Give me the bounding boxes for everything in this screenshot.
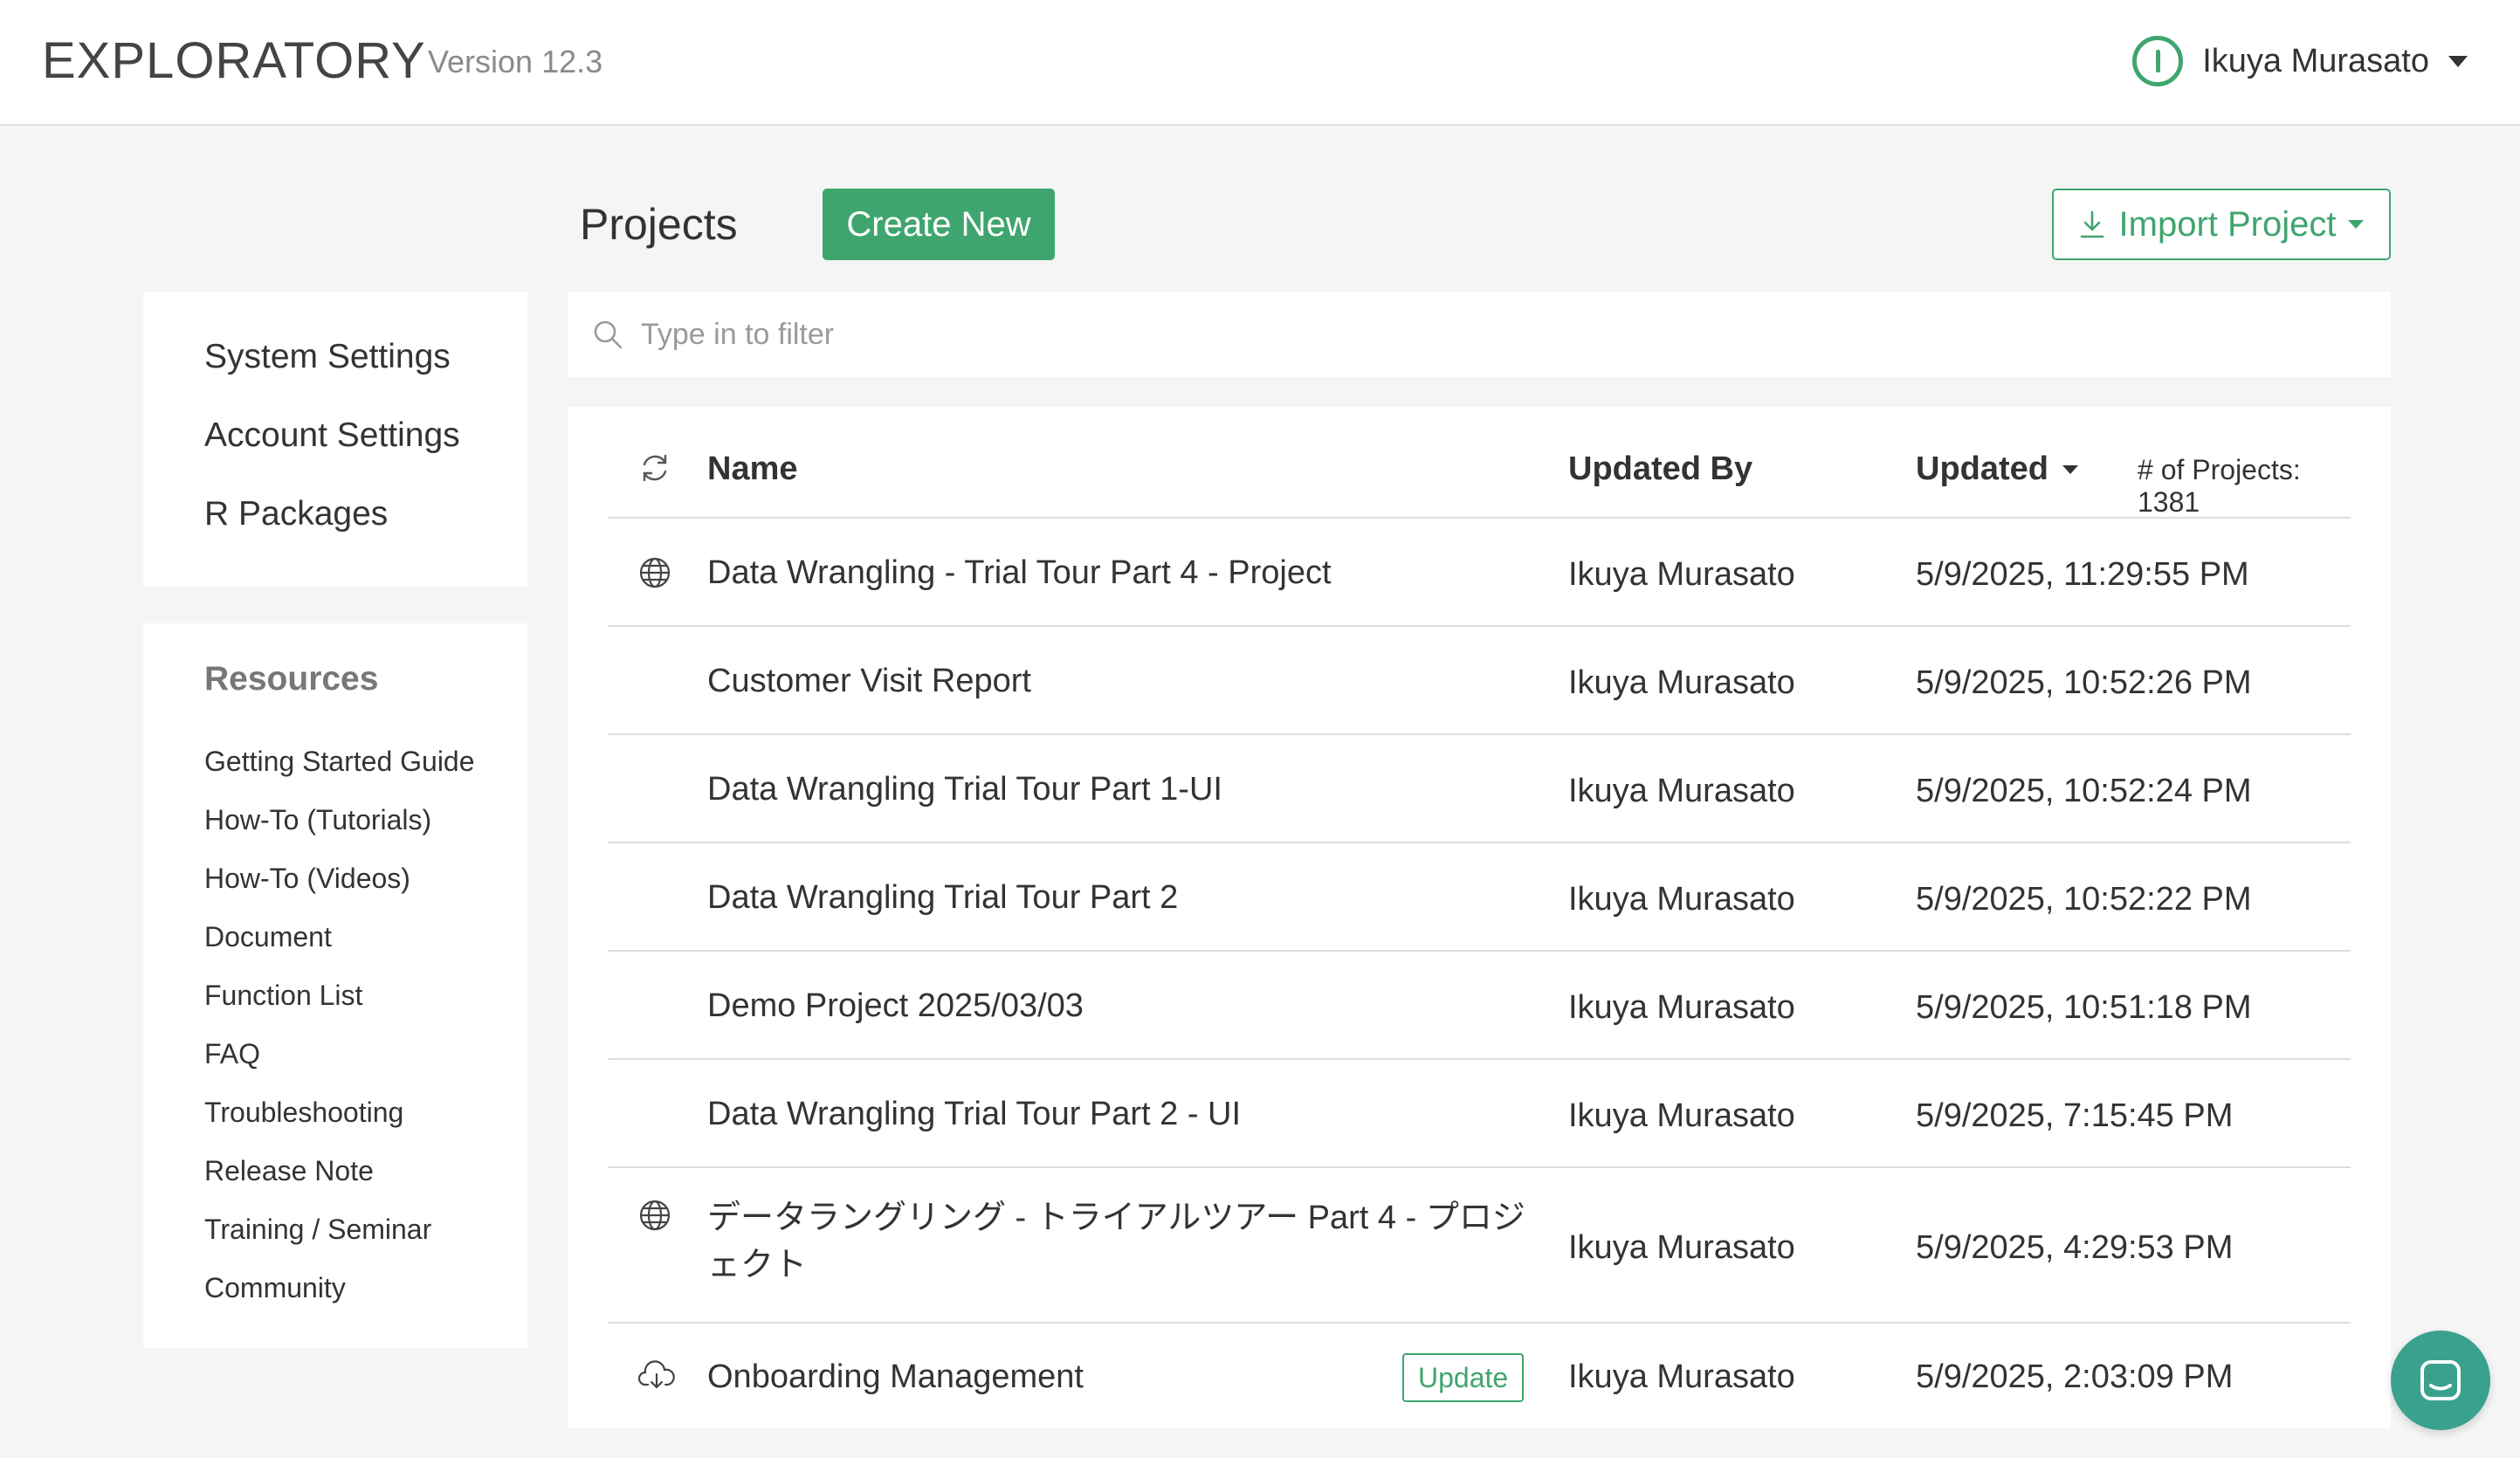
globe-icon xyxy=(639,1200,671,1231)
updated-by: Ikuya Murasato xyxy=(1568,1229,1795,1266)
table-header: Name Updated By Updated # of Projects: 1… xyxy=(608,407,2351,519)
resource-link-videos[interactable]: How-To (Videos) xyxy=(204,861,475,919)
app-logo: EXPLORATORY xyxy=(42,32,426,89)
updated-time: 5/9/2025, 7:15:45 PM xyxy=(1916,1097,2234,1134)
globe-icon xyxy=(639,557,671,588)
resources-nav: Resources Getting Started Guide How-To (… xyxy=(143,623,527,1348)
table-row[interactable]: Demo Project 2025/03/03 Ikuya Murasato 5… xyxy=(608,952,2351,1060)
updated-by: Ikuya Murasato xyxy=(1568,664,1795,701)
column-header-updated-label: Updated xyxy=(1916,450,2048,487)
project-name[interactable]: Data Wrangling Trial Tour Part 1-UI xyxy=(707,766,1222,813)
updated-time: 5/9/2025, 2:03:09 PM xyxy=(1916,1358,2234,1395)
table-row[interactable]: Data Wrangling - Trial Tour Part 4 - Pro… xyxy=(608,519,2351,627)
sort-desc-icon xyxy=(2062,464,2078,474)
updated-by: Ikuya Murasato xyxy=(1568,881,1795,918)
user-menu[interactable]: Ikuya Murasato xyxy=(2132,33,2468,89)
resource-link-community[interactable]: Community xyxy=(204,1270,475,1329)
version-label: Version 12.3 xyxy=(428,44,603,79)
resource-link-tutorials[interactable]: How-To (Tutorials) xyxy=(204,802,475,861)
import-project-label: Import Project xyxy=(2118,204,2337,244)
user-name: Ikuya Murasato xyxy=(2202,42,2429,79)
resource-link-faq[interactable]: FAQ xyxy=(204,1036,475,1095)
table-row[interactable]: データラングリング - トライアルツアー Part 4 - プロジェクト Iku… xyxy=(608,1168,2351,1324)
updated-time: 5/9/2025, 10:52:24 PM xyxy=(1916,773,2252,809)
download-icon xyxy=(2080,210,2103,238)
column-header-name[interactable]: Name xyxy=(707,450,798,488)
create-new-button[interactable]: Create New xyxy=(823,189,1055,260)
updated-by: Ikuya Murasato xyxy=(1568,556,1795,593)
updated-time: 5/9/2025, 11:29:55 PM xyxy=(1916,556,2249,593)
refresh-icon[interactable] xyxy=(637,450,672,485)
project-name[interactable]: Data Wrangling - Trial Tour Part 4 - Pro… xyxy=(707,549,1332,596)
chevron-down-icon xyxy=(2348,220,2365,229)
updated-by: Ikuya Murasato xyxy=(1568,1358,1795,1395)
project-name[interactable]: Data Wrangling Trial Tour Part 2 xyxy=(707,874,1178,921)
settings-nav: System Settings Account Settings R Packa… xyxy=(143,292,527,587)
updated-time: 5/9/2025, 10:52:22 PM xyxy=(1916,881,2252,918)
resource-link-release-note[interactable]: Release Note xyxy=(204,1153,475,1212)
updated-time: 5/9/2025, 4:29:53 PM xyxy=(1916,1229,2234,1266)
resources-heading: Resources xyxy=(204,660,379,698)
chevron-down-icon xyxy=(2448,55,2468,67)
resource-link-getting-started[interactable]: Getting Started Guide xyxy=(204,744,475,802)
project-name[interactable]: データラングリング - トライアルツアー Part 4 - プロジェクト xyxy=(707,1194,1546,1289)
project-name[interactable]: Data Wrangling Trial Tour Part 2 - UI xyxy=(707,1090,1241,1138)
resources-list: Getting Started Guide How-To (Tutorials)… xyxy=(204,744,475,1329)
resource-link-training[interactable]: Training / Seminar xyxy=(204,1212,475,1270)
import-project-button[interactable]: Import Project xyxy=(2052,189,2391,260)
resource-link-document[interactable]: Document xyxy=(204,919,475,978)
top-bar: EXPLORATORY Version 12.3 Ikuya Murasato xyxy=(0,0,2520,126)
sidebar-item-system-settings[interactable]: System Settings xyxy=(143,337,527,416)
resource-link-troubleshooting[interactable]: Troubleshooting xyxy=(204,1095,475,1153)
table-row[interactable]: Data Wrangling Trial Tour Part 2 - UI Ik… xyxy=(608,1060,2351,1168)
updated-by: Ikuya Murasato xyxy=(1568,1097,1795,1134)
sidebar-item-account-settings[interactable]: Account Settings xyxy=(143,416,527,494)
filter-input[interactable] xyxy=(641,317,2300,352)
page-title: Projects xyxy=(580,200,738,249)
column-header-updated-by[interactable]: Updated By xyxy=(1568,450,1752,488)
table-row[interactable]: Customer Visit Report Ikuya Murasato 5/9… xyxy=(608,627,2351,735)
table-row[interactable]: Data Wrangling Trial Tour Part 1-UI Ikuy… xyxy=(608,735,2351,843)
updated-time: 5/9/2025, 10:51:18 PM xyxy=(1916,989,2252,1026)
update-button[interactable]: Update xyxy=(1402,1353,1525,1402)
column-header-updated[interactable]: Updated xyxy=(1916,450,2078,488)
cloud-download-icon xyxy=(637,1360,675,1389)
updated-by: Ikuya Murasato xyxy=(1568,773,1795,809)
project-count: # of Projects: 1381 xyxy=(2138,454,2301,518)
sidebar-item-r-packages[interactable]: R Packages xyxy=(143,494,527,573)
chat-icon xyxy=(2420,1360,2461,1400)
updated-time: 5/9/2025, 10:52:26 PM xyxy=(1916,664,2252,701)
project-name[interactable]: Customer Visit Report xyxy=(707,657,1031,705)
project-name[interactable]: Onboarding Management xyxy=(707,1353,1084,1400)
projects-table: Name Updated By Updated # of Projects: 1… xyxy=(568,407,2391,1428)
user-status-icon xyxy=(2132,36,2184,86)
table-row[interactable]: Data Wrangling Trial Tour Part 2 Ikuya M… xyxy=(608,843,2351,952)
updated-by: Ikuya Murasato xyxy=(1568,989,1795,1026)
project-name[interactable]: Demo Project 2025/03/03 xyxy=(707,982,1084,1029)
chat-support-button[interactable] xyxy=(2391,1331,2490,1430)
search-icon xyxy=(594,320,623,349)
table-row[interactable]: Onboarding Management Update Ikuya Muras… xyxy=(608,1324,2351,1428)
resource-link-function-list[interactable]: Function List xyxy=(204,978,475,1036)
filter-bar xyxy=(568,292,2391,377)
